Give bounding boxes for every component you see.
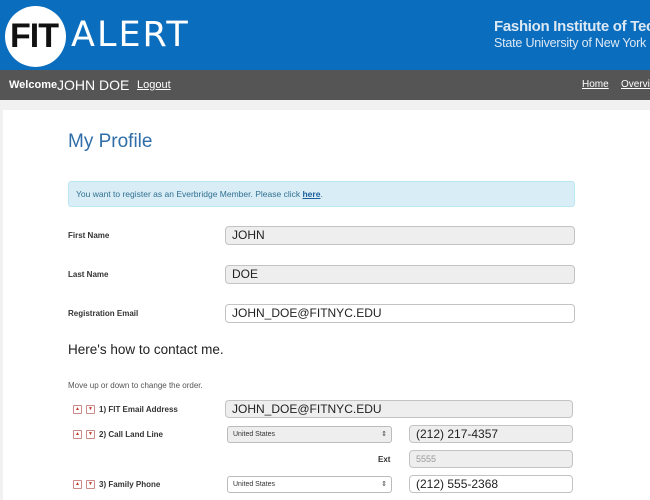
land-line-phone-field[interactable]: (212) 217-4357	[409, 425, 573, 443]
info-message: You want to register as an Everbridge Me…	[76, 189, 323, 199]
overview-link[interactable]: Overview	[621, 79, 650, 90]
logout-link[interactable]: Logout	[137, 79, 171, 91]
family-phone-field[interactable]: (212) 555-2368	[409, 475, 573, 493]
first-name-label: First Name	[68, 231, 110, 240]
register-here-link[interactable]: here	[302, 189, 320, 199]
select-arrows-icon: ⇕	[381, 481, 387, 488]
home-link[interactable]: Home	[582, 79, 609, 90]
ext-label: Ext	[378, 455, 391, 464]
info-message-suffix: .	[320, 189, 323, 199]
move-up-button[interactable]: ▲	[73, 480, 82, 489]
contact-label-family-phone: 3) Family Phone	[99, 480, 161, 489]
institution-name: Fashion Institute of Technology	[494, 18, 650, 35]
country-select-value: United States	[233, 431, 276, 438]
move-down-button[interactable]: ▼	[86, 405, 95, 414]
last-name-field[interactable]: DOE	[225, 265, 575, 284]
move-up-button[interactable]: ▲	[73, 430, 82, 439]
nav-bar: Welcome JOHN DOE Logout Home Overview	[0, 70, 650, 100]
user-name: JOHN DOE	[57, 77, 130, 93]
fit-email-field[interactable]: JOHN_DOE@FITNYC.EDU	[225, 400, 573, 418]
country-select-family-phone[interactable]: United States ⇕	[227, 476, 392, 493]
country-select-land-line[interactable]: United States ⇕	[227, 426, 392, 443]
registration-email-label: Registration Email	[68, 309, 139, 318]
first-name-field[interactable]: JOHN	[225, 226, 575, 245]
move-down-button[interactable]: ▼	[86, 480, 95, 489]
contact-heading: Here's how to contact me.	[68, 342, 224, 357]
page-title: My Profile	[68, 131, 153, 152]
institution-subtitle: State University of New York	[494, 36, 647, 50]
info-message-text: You want to register as an Everbridge Me…	[76, 189, 303, 199]
app-header: FIT ALERT Fashion Institute of Technolog…	[0, 0, 650, 70]
last-name-label: Last Name	[68, 270, 109, 279]
logo-fit-text: FIT	[10, 17, 59, 55]
extension-field[interactable]: 5555	[409, 450, 573, 468]
move-up-button[interactable]: ▲	[73, 405, 82, 414]
contact-label-fit-email: 1) FIT Email Address	[99, 405, 178, 414]
country-select-value: United States	[233, 481, 276, 488]
registration-email-field[interactable]: JOHN_DOE@FITNYC.EDU	[225, 304, 575, 323]
move-down-button[interactable]: ▼	[86, 430, 95, 439]
info-alert: You want to register as an Everbridge Me…	[68, 181, 575, 207]
welcome-label: Welcome	[9, 79, 58, 91]
reorder-hint: Move up or down to change the order.	[68, 381, 203, 390]
logo-alert-text: ALERT	[71, 15, 190, 55]
select-arrows-icon: ⇕	[381, 431, 387, 438]
contact-label-land-line: 2) Call Land Line	[99, 430, 164, 439]
